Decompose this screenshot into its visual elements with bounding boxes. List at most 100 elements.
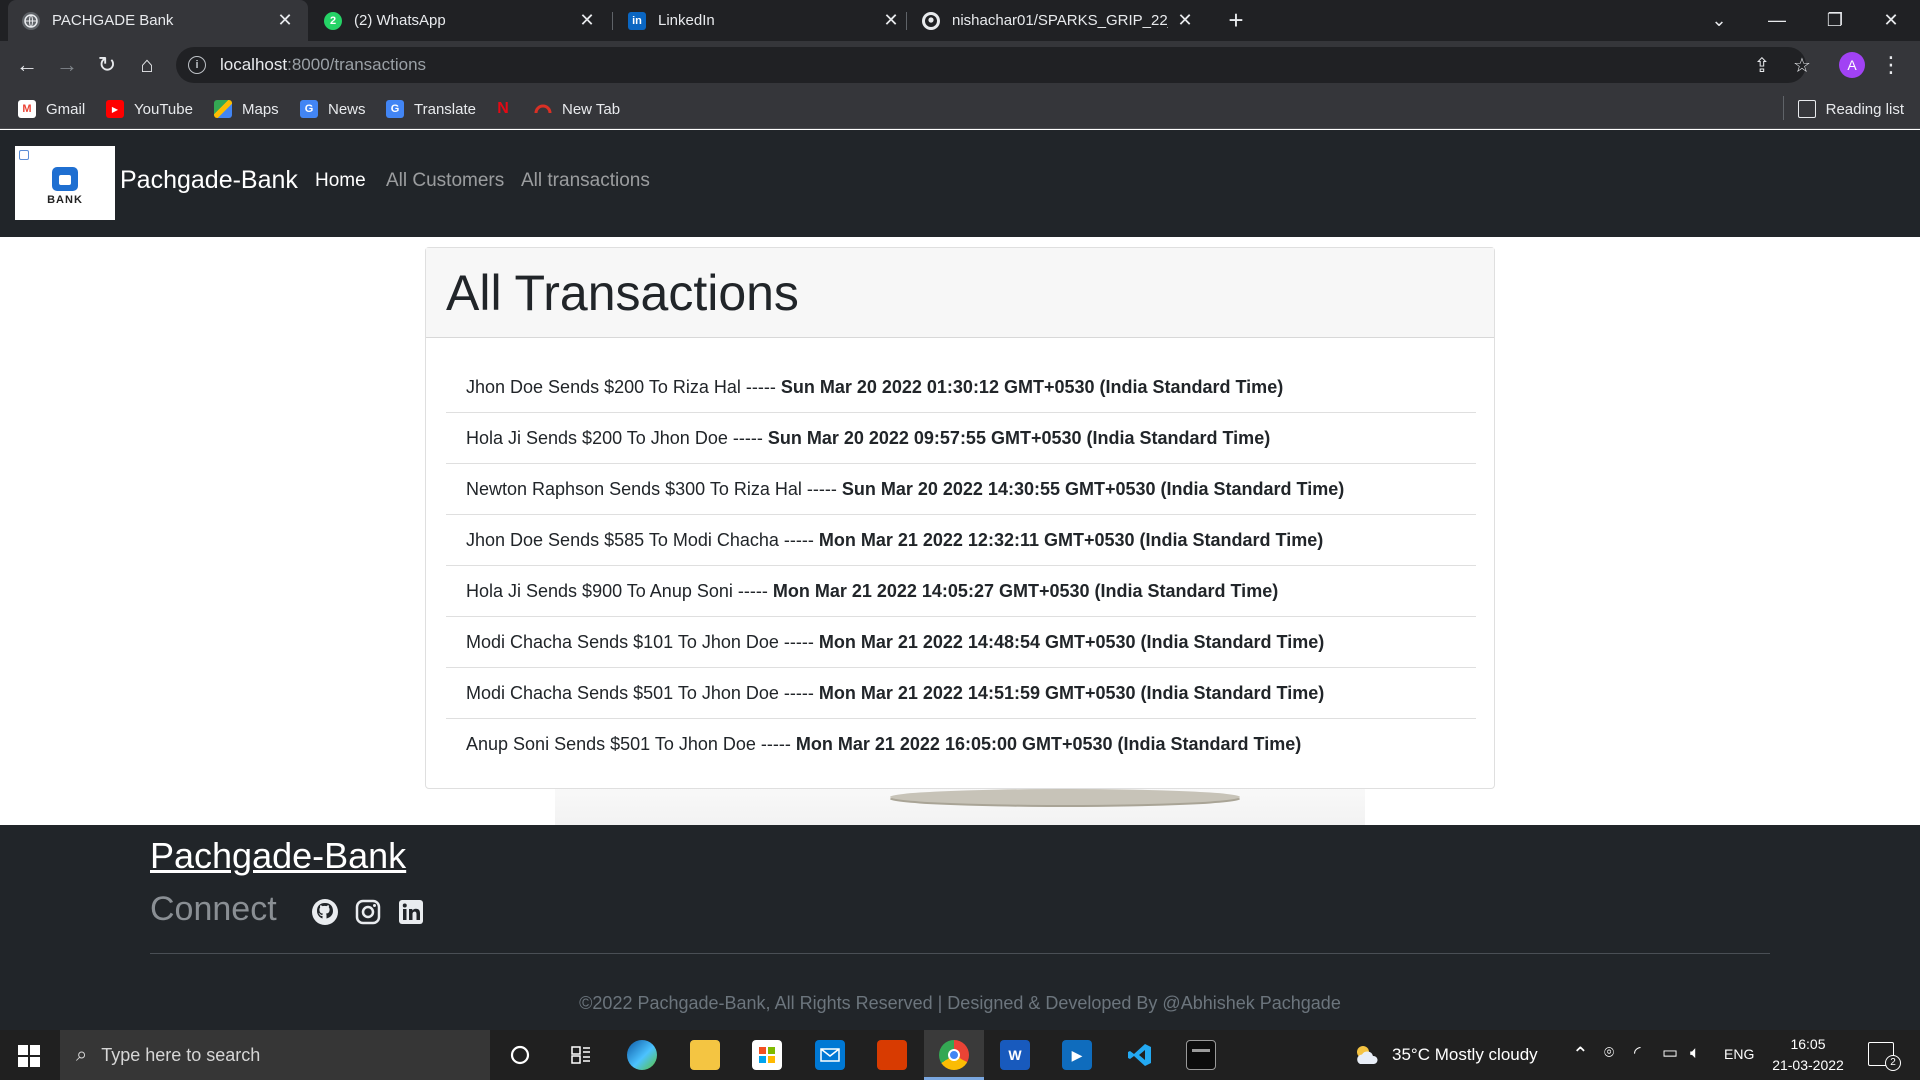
reading-list-icon xyxy=(1797,100,1816,118)
close-tab-icon[interactable]: ✕ xyxy=(882,10,900,31)
list-item: Modi Chacha Sends $501 To Jhon Doe -----… xyxy=(446,668,1476,719)
list-item: Hola Ji Sends $900 To Anup Soni ----- Mon… xyxy=(446,566,1476,617)
mail-icon[interactable] xyxy=(815,1040,845,1070)
info-icon[interactable]: i xyxy=(188,56,206,74)
bookmark-news[interactable]: G News xyxy=(300,97,366,121)
transaction-text: Jhon Doe Sends $200 To Riza Hal ----- xyxy=(466,376,776,397)
movies-tv-icon[interactable]: ▶ xyxy=(1062,1040,1092,1070)
reading-list-label: Reading list xyxy=(1825,100,1904,118)
clock-time[interactable]: 16:05 xyxy=(1766,1036,1850,1052)
terminal-icon[interactable] xyxy=(1186,1040,1216,1070)
linkedin-icon[interactable] xyxy=(396,897,426,927)
bookmark-star-icon[interactable]: ☆ xyxy=(1786,49,1818,81)
nav-all-customers[interactable]: All Customers xyxy=(386,170,504,192)
bookmark-label: New Tab xyxy=(562,100,621,118)
bookmark-translate[interactable]: G Translate xyxy=(386,97,476,121)
tab-separator xyxy=(906,12,907,30)
transaction-time: Sun Mar 20 2022 14:30:55 GMT+0530 (India… xyxy=(841,478,1345,499)
maps-icon xyxy=(214,100,232,118)
github-icon[interactable] xyxy=(310,897,340,927)
share-icon[interactable]: ⇪ xyxy=(1746,49,1778,81)
address-bar[interactable]: i localhost:8000/transactions xyxy=(176,47,1806,83)
weather-text[interactable]: 35°C Mostly cloudy xyxy=(1392,1045,1538,1065)
back-icon[interactable]: ← xyxy=(11,49,43,81)
close-tab-icon[interactable]: ✕ xyxy=(578,10,596,31)
profile-avatar[interactable]: A xyxy=(1839,52,1865,78)
transaction-text: Anup Soni Sends $501 To Jhon Doe ----- xyxy=(466,734,791,754)
menu-icon[interactable]: ⋮ xyxy=(1880,51,1902,79)
tab-pachgade-bank[interactable]: PACHGADE Bank ✕ xyxy=(8,0,308,41)
edge-icon[interactable] xyxy=(627,1040,657,1070)
search-placeholder: Type here to search xyxy=(101,1044,261,1065)
task-view-icon[interactable] xyxy=(566,1040,596,1070)
transaction-time: Mon Mar 21 2022 16:05:00 GMT+0530 (India… xyxy=(795,734,1302,754)
transaction-time: Mon Mar 21 2022 14:51:59 GMT+0530 (India… xyxy=(818,682,1325,703)
chrome-icon[interactable] xyxy=(939,1040,969,1070)
restore-button[interactable]: ❐ xyxy=(1806,0,1864,41)
close-tab-icon[interactable]: ✕ xyxy=(1176,10,1194,31)
tab-search-icon[interactable]: ⌄ xyxy=(1690,0,1748,41)
home-icon[interactable]: ⌂ xyxy=(131,49,163,81)
volume-icon[interactable]: 🔈︎ xyxy=(1690,1043,1700,1063)
microsoft-store-icon[interactable] xyxy=(752,1040,782,1070)
browser-toolbar: ← → ↻ ⌂ i localhost:8000/transactions ⇪ … xyxy=(0,41,1920,89)
show-hidden-icons[interactable]: ⌃ xyxy=(1572,1042,1589,1067)
instagram-icon[interactable] xyxy=(353,897,383,927)
bookmark-maps[interactable]: Maps xyxy=(214,97,279,121)
site-brand[interactable]: Pachgade-Bank xyxy=(120,166,298,195)
logo-badge-icon xyxy=(19,150,29,160)
taskbar-search-input[interactable]: ⌕ Type here to search xyxy=(60,1030,490,1080)
close-window-button[interactable]: ✕ xyxy=(1862,0,1920,41)
tab-whatsapp[interactable]: 2 (2) WhatsApp ✕ xyxy=(310,0,610,41)
close-tab-icon[interactable]: ✕ xyxy=(276,10,294,31)
bank-icon xyxy=(52,166,78,191)
page-content: All Transactions Jhon Doe Sends $200 To … xyxy=(0,237,1920,825)
office-icon[interactable] xyxy=(877,1040,907,1070)
tab-github[interactable]: nishachar01/SPARKS_GRIP_22_Int ✕ xyxy=(908,0,1208,41)
language-indicator[interactable]: ENG xyxy=(1724,1046,1754,1062)
footer-brand-link[interactable]: Pachgade-Bank xyxy=(150,835,406,877)
bookmark-netflix[interactable]: N xyxy=(494,97,522,121)
reload-icon[interactable]: ↻ xyxy=(91,49,123,81)
bookmark-label: YouTube xyxy=(134,100,193,118)
notification-icon[interactable]: 2 xyxy=(1868,1042,1901,1071)
tab-linkedin[interactable]: in LinkedIn ✕ xyxy=(614,0,914,41)
vscode-icon[interactable] xyxy=(1125,1040,1155,1070)
meet-now-icon[interactable]: ⌾ xyxy=(1604,1043,1614,1063)
weather-icon[interactable] xyxy=(1354,1044,1380,1071)
windows-start-icon[interactable] xyxy=(18,1045,40,1067)
bookmark-gmail[interactable]: M Gmail xyxy=(18,97,85,121)
file-explorer-icon[interactable] xyxy=(690,1040,720,1070)
bookmark-youtube[interactable]: ▶ YouTube xyxy=(106,97,193,121)
transaction-list: Jhon Doe Sends $200 To Riza Hal ----- Sun… xyxy=(446,362,1476,770)
coins-image xyxy=(890,789,1240,805)
gmail-icon: M xyxy=(18,100,36,118)
tab-label: nishachar01/SPARKS_GRIP_22_Int xyxy=(952,12,1168,29)
minimize-button[interactable]: — xyxy=(1748,0,1806,41)
battery-icon[interactable]: ▭ xyxy=(1662,1043,1678,1063)
transaction-time: Sun Mar 20 2022 01:30:12 GMT+0530 (India… xyxy=(780,376,1284,397)
nav-all-transactions[interactable]: All transactions xyxy=(521,170,650,192)
cortana-icon[interactable] xyxy=(505,1040,535,1070)
copyright-text: ©2022 Pachgade-Bank, All Rights Reserved… xyxy=(579,993,1341,1013)
list-item: Newton Raphson Sends $300 To Riza Hal --… xyxy=(446,464,1476,515)
bookmarks-bar: M Gmail ▶ YouTube Maps G News G Translat… xyxy=(0,89,1920,129)
list-item: Jhon Doe Sends $200 To Riza Hal ----- Sun… xyxy=(446,362,1476,413)
clock-date[interactable]: 21-03-2022 xyxy=(1766,1057,1850,1073)
bookmark-new-tab[interactable]: New Tab xyxy=(534,97,620,121)
forward-icon[interactable]: → xyxy=(51,49,83,81)
bank-logo[interactable]: BANK xyxy=(15,146,115,220)
transaction-text: Jhon Doe Sends $585 To Modi Chacha ----- xyxy=(466,529,814,550)
reading-list-button[interactable]: Reading list xyxy=(1797,97,1904,121)
bookmark-label: Translate xyxy=(414,100,476,118)
tab-label: (2) WhatsApp xyxy=(354,12,446,29)
transaction-time: Mon Mar 21 2022 14:05:27 GMT+0530 (India… xyxy=(772,580,1279,601)
wifi-icon[interactable]: ◜ xyxy=(1634,1043,1641,1063)
new-tab-button[interactable]: + xyxy=(1222,6,1250,34)
nav-home[interactable]: Home xyxy=(315,170,366,192)
tab-label: LinkedIn xyxy=(658,12,715,29)
globe-icon xyxy=(22,11,40,30)
transactions-card: All Transactions Jhon Doe Sends $200 To … xyxy=(425,247,1495,789)
word-icon[interactable]: W xyxy=(1000,1040,1030,1070)
list-item: Hola Ji Sends $200 To Jhon Doe ----- Sun … xyxy=(446,413,1476,464)
